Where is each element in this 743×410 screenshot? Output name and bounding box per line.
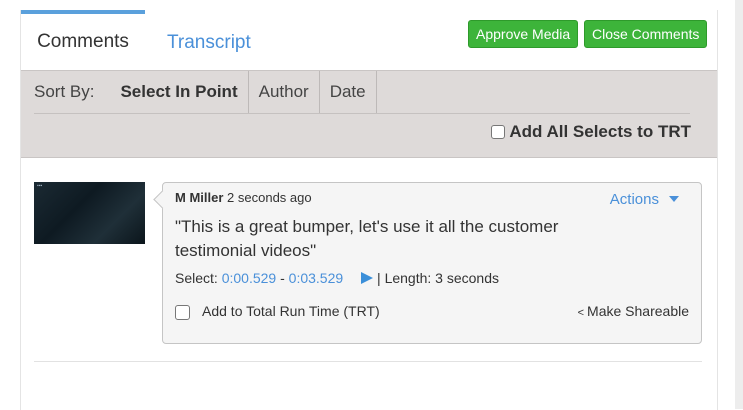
sort-row: Sort By: Select In Point Author Date — [34, 71, 377, 113]
comments-panel: Comments Transcript Approve Media Close … — [20, 10, 718, 410]
tab-comments-label: Comments — [37, 31, 129, 52]
trt-checkbox[interactable] — [175, 305, 190, 320]
in-point-link[interactable]: 0:00.529 — [222, 270, 277, 286]
actions-label: Actions — [609, 191, 659, 208]
comment-time: 2 seconds ago — [227, 190, 312, 205]
page-scroll-edge — [735, 0, 743, 409]
trt-label: Add to Total Run Time (TRT) — [202, 303, 380, 319]
sort-bar: Sort By: Select In Point Author Date Add Al… — [21, 70, 717, 158]
thumbnail-logo: ▪▪▪ — [37, 183, 43, 189]
bubble-pointer — [153, 190, 172, 209]
comment-author: M Miller — [175, 190, 224, 205]
comment-bubble: M Miller 2 seconds ago Actions "This is … — [153, 182, 702, 344]
tab-transcript-label: Transcript — [167, 32, 251, 53]
sort-divider — [34, 113, 690, 114]
comment-meta: M Miller 2 seconds ago — [175, 190, 312, 205]
select-range: Select: 0:00.529 - 0:03.529 | Length: 3 … — [175, 270, 499, 286]
approve-media-button[interactable]: Approve Media — [468, 20, 579, 48]
length-text: | Length: 3 seconds — [377, 270, 499, 286]
tab-comments[interactable]: Comments — [21, 10, 145, 70]
video-thumbnail[interactable]: ▪▪▪ — [34, 182, 145, 244]
range-separator: - — [280, 270, 285, 286]
chevron-down-icon — [669, 196, 679, 202]
add-all-label: Add All Selects to TRT — [509, 122, 691, 141]
sort-option-author[interactable]: Author — [247, 71, 319, 113]
share-label: Make Shareable — [587, 303, 689, 319]
out-point-link[interactable]: 0:03.529 — [289, 270, 344, 286]
comment-divider — [34, 361, 702, 362]
share-icon: < — [577, 307, 585, 319]
sort-option-select-in-point[interactable]: Select In Point — [120, 71, 247, 113]
add-to-trt[interactable]: Add to Total Run Time (TRT) — [175, 303, 380, 320]
play-icon[interactable] — [361, 272, 374, 284]
sort-by-label: Sort By: — [34, 82, 95, 101]
sort-option-date[interactable]: Date — [318, 71, 377, 113]
actions-dropdown[interactable]: Actions — [610, 191, 679, 208]
close-comments-button[interactable]: Close Comments — [584, 20, 708, 48]
make-shareable-button[interactable]: < Make Shareable — [578, 303, 689, 319]
tab-transcript[interactable]: Transcript — [167, 10, 251, 70]
select-label: Select: — [175, 270, 218, 286]
add-all-checkbox[interactable] — [491, 125, 506, 139]
comment-text: "This is a great bumper, let's use it al… — [175, 217, 559, 260]
add-all-selects[interactable]: Add All Selects to TRT — [491, 119, 691, 145]
